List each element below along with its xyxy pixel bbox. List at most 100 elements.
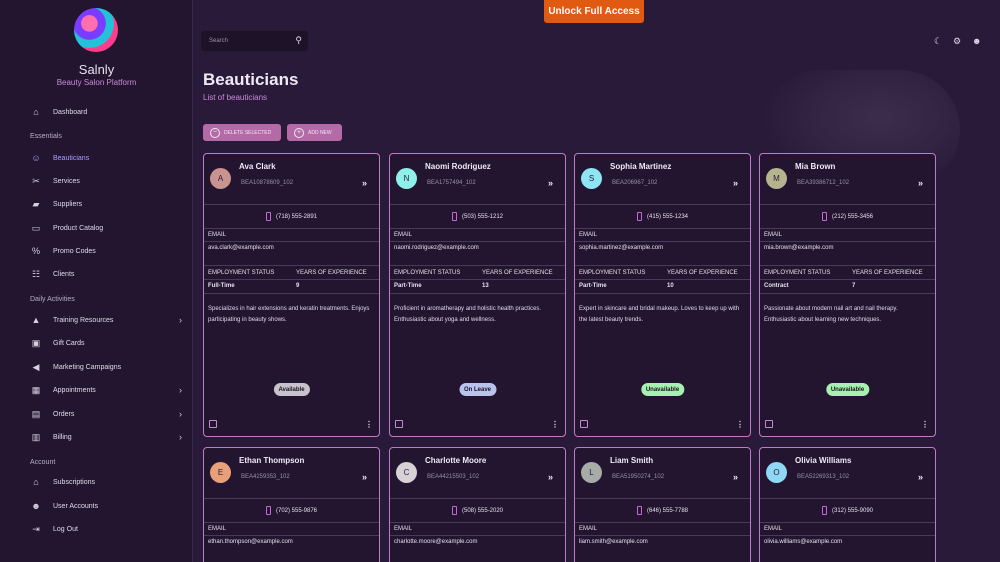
email-value: ava.clark@example.com (208, 245, 274, 251)
user-icon[interactable]: ☻ (972, 36, 981, 46)
sidebar-item-suppliers[interactable]: ▰ Suppliers (30, 195, 190, 213)
card-header: N Naomi Rodriguez BEA1757494_102 » (390, 154, 565, 205)
page-title: Beauticians (203, 70, 299, 89)
phone-icon (451, 212, 457, 221)
beautician-description: Passionate about modern nail art and nai… (764, 306, 898, 323)
search-icon[interactable]: ⚲ (295, 35, 302, 46)
open-details-icon[interactable]: » (918, 178, 923, 188)
email-label: EMAIL (394, 526, 413, 532)
phone-icon (636, 212, 642, 221)
avatar: C (396, 462, 417, 483)
sidebar-item-billing[interactable]: ▥ Billing › (30, 428, 190, 446)
phone-number: (212) 555-3456 (831, 213, 874, 220)
beautician-name: Olivia Williams (795, 456, 852, 465)
select-checkbox[interactable] (765, 420, 773, 428)
beautician-description: Expert in skincare and bridal makeup. Lo… (579, 306, 740, 323)
chevron-right-icon: › (179, 432, 182, 442)
avatar: E (210, 462, 231, 483)
divider (760, 293, 935, 294)
beautician-code: BEA51950274_102 (612, 474, 665, 480)
select-checkbox[interactable] (395, 420, 403, 428)
sidebar-item-user-accounts[interactable]: ☻ User Accounts (30, 497, 190, 515)
employment-status-label: EMPLOYMENT STATUS (764, 270, 831, 276)
select-checkbox[interactable] (209, 420, 217, 428)
beautician-code: BEA1757494_102 (427, 180, 476, 186)
beautician-description: Proficient in aromatherapy and holistic … (394, 306, 542, 323)
divider (760, 265, 935, 266)
phone-icon (821, 506, 827, 515)
add-new-button[interactable]: + ADD NEW (287, 124, 342, 141)
sidebar-item-marketing-campaigns[interactable]: ◀ Marketing Campaigns (30, 358, 190, 376)
sidebar-item-appointments[interactable]: ▦ Appointments › (30, 381, 190, 399)
dark-mode-icon[interactable]: ☾ (934, 36, 942, 47)
divider (390, 293, 565, 294)
open-details-icon[interactable]: » (733, 178, 738, 188)
beautician-card[interactable]: O Olivia Williams BEA52269313_102 » (312… (759, 447, 936, 562)
sidebar-item-log-out[interactable]: ⇥ Log Out (30, 520, 190, 538)
phone-number: (718) 555-2891 (275, 213, 318, 220)
settings-icon[interactable]: ⚙ (953, 36, 961, 47)
unlock-full-access-button[interactable]: Unlock Full Access (544, 0, 644, 23)
sidebar-item-product-catalog[interactable]: ▭ Product Catalog (30, 219, 190, 237)
beautician-name: Sophia Martinez (610, 162, 672, 171)
beautician-card[interactable]: L Liam Smith BEA51950274_102 » (646) 555… (574, 447, 751, 562)
sidebar-item-services[interactable]: ✂ Services (30, 172, 190, 190)
more-options-icon[interactable]: ⋮ (736, 420, 744, 429)
years-experience-value: 7 (852, 283, 856, 289)
phone-icon (636, 506, 642, 515)
wrench-icon: ✂ (32, 175, 40, 186)
select-checkbox[interactable] (580, 420, 588, 428)
beautician-card[interactable]: S Sophia Martinez BEA206967_102 » (415) … (574, 153, 751, 437)
sidebar-item-promo-codes[interactable]: % Promo Codes (30, 242, 190, 260)
divider (575, 241, 750, 242)
divider (760, 279, 935, 280)
sidebar-item-clients[interactable]: ☷ Clients (30, 265, 190, 283)
card-header: E Ethan Thompson BEA4259353_102 » (204, 448, 379, 499)
email-value: olivia.williams@example.com (764, 539, 843, 545)
email-label: EMAIL (208, 526, 227, 532)
open-details-icon[interactable]: » (548, 472, 553, 482)
divider (575, 535, 750, 536)
divider (390, 265, 565, 266)
calendar-icon: ▦ (31, 384, 41, 395)
years-experience-label: YEARS OF EXPERIENCE (852, 270, 923, 276)
availability-badge: Unavailable (825, 383, 870, 396)
delete-selected-button[interactable]: − DELETE SELECTED (203, 124, 281, 141)
sidebar-item-gift-cards[interactable]: ▣ Gift Cards (30, 334, 190, 352)
open-details-icon[interactable]: » (918, 472, 923, 482)
graduation-cap-icon: ▲ (31, 315, 41, 325)
sidebar-item-training-resources[interactable]: ▲ Training Resources › (30, 311, 190, 329)
sidebar-item-orders[interactable]: ▤ Orders › (30, 405, 190, 423)
divider (760, 241, 935, 242)
sidebar-item-subscriptions[interactable]: ⌂ Subscriptions (30, 473, 190, 491)
beautician-card[interactable]: C Charlotte Moore BEA44215503_102 » (508… (389, 447, 566, 562)
open-details-icon[interactable]: » (362, 472, 367, 482)
email-value: ethan.thompson@example.com (208, 539, 293, 545)
sidebar-item-dashboard[interactable]: ⌂ Dashboard (30, 103, 190, 121)
sidebar-item-label: Appointments (53, 386, 96, 394)
phone-row: (718) 555-2891 (204, 205, 379, 229)
more-options-icon[interactable]: ⋮ (551, 420, 559, 429)
more-options-icon[interactable]: ⋮ (365, 420, 373, 429)
sidebar-item-label: Gift Cards (53, 339, 85, 347)
more-options-icon[interactable]: ⋮ (921, 420, 929, 429)
email-label: EMAIL (579, 526, 598, 532)
beautician-card[interactable]: A Ava Clark BEA10878609_102 » (718) 555-… (203, 153, 380, 437)
search-field[interactable]: Search ⚲ (201, 31, 308, 51)
beautician-card[interactable]: M Mia Brown BEA39386712_102 » (212) 555-… (759, 153, 936, 437)
beautician-description: Specializes in hair extensions and kerat… (208, 306, 370, 323)
beautician-code: BEA39386712_102 (797, 180, 850, 186)
card-header: A Ava Clark BEA10878609_102 » (204, 154, 379, 205)
sidebar-item-label: Billing (53, 433, 72, 441)
divider (204, 293, 379, 294)
phone-row: (212) 555-3456 (760, 205, 935, 229)
sidebar-item-beauticians[interactable]: ☺ Beauticians (30, 149, 190, 167)
open-details-icon[interactable]: » (362, 178, 367, 188)
divider (390, 535, 565, 536)
open-details-icon[interactable]: » (733, 472, 738, 482)
open-details-icon[interactable]: » (548, 178, 553, 188)
availability-badge: Available (273, 383, 310, 396)
email-value: sophia.martinez@example.com (579, 245, 664, 251)
beautician-card[interactable]: E Ethan Thompson BEA4259353_102 » (702) … (203, 447, 380, 562)
beautician-card[interactable]: N Naomi Rodriguez BEA1757494_102 » (503)… (389, 153, 566, 437)
